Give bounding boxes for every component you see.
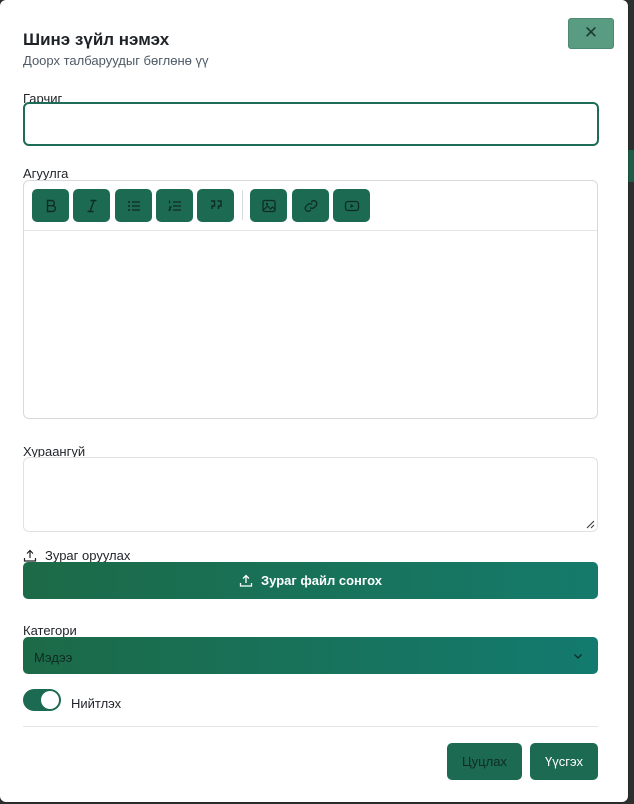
content-label: Агуулга [23, 166, 69, 181]
italic-icon [87, 199, 96, 212]
summary-textarea[interactable] [23, 457, 598, 532]
bullet-list-icon [127, 200, 140, 211]
dialog-title: Шинэ зүйл нэмэх [23, 30, 170, 49]
chevron-down-icon [574, 654, 582, 659]
rich-text-editor [23, 180, 598, 419]
numbered-list-button[interactable] [156, 189, 193, 222]
category-selected-value: Мэдээ [34, 650, 73, 665]
create-button[interactable]: Үүсгэх [530, 743, 598, 780]
dialog-subtitle: Доорх талбаруудыг бөглөнө үү [23, 53, 209, 68]
publish-toggle[interactable] [23, 689, 61, 711]
italic-button[interactable] [73, 189, 110, 222]
cancel-button[interactable]: Цуцлах [447, 743, 522, 780]
create-button-label: Үүсгэх [545, 754, 583, 769]
editor-content-area[interactable] [24, 231, 597, 418]
video-icon [344, 200, 359, 211]
insert-image-button[interactable] [250, 189, 287, 222]
category-label: Категори [23, 623, 77, 638]
upload-icon [239, 574, 253, 587]
quote-icon [210, 199, 222, 209]
insert-video-button[interactable] [333, 189, 370, 222]
toggle-knob [41, 691, 59, 709]
dialog: ✕ Шинэ зүйл нэмэх Доорх талбаруудыг бөгл… [0, 0, 628, 802]
bold-button[interactable] [32, 189, 69, 222]
upload-label: Зураг оруулах [23, 548, 130, 563]
upload-icon [23, 549, 37, 562]
bold-icon [46, 199, 56, 212]
publish-label: Нийтлэх [71, 696, 122, 711]
image-icon [261, 199, 276, 212]
quote-button[interactable] [197, 189, 234, 222]
bullet-list-button[interactable] [115, 189, 152, 222]
footer-divider [23, 726, 598, 727]
upload-label-text: Зураг оруулах [45, 548, 131, 563]
resize-handle-icon[interactable] [586, 520, 595, 529]
insert-link-button[interactable] [292, 189, 329, 222]
choose-image-file-label: Зураг файл сонгох [261, 573, 382, 588]
editor-toolbar [24, 181, 597, 231]
link-icon [304, 199, 317, 212]
close-button[interactable]: ✕ [568, 18, 614, 49]
toolbar-divider [242, 190, 243, 220]
category-select[interactable]: Мэдээ [23, 637, 598, 674]
close-icon: ✕ [583, 23, 599, 42]
numbered-list-icon [167, 200, 181, 211]
cancel-button-label: Цуцлах [462, 754, 507, 769]
title-input[interactable] [23, 102, 599, 146]
choose-image-file-button[interactable]: Зураг файл сонгох [23, 562, 598, 599]
